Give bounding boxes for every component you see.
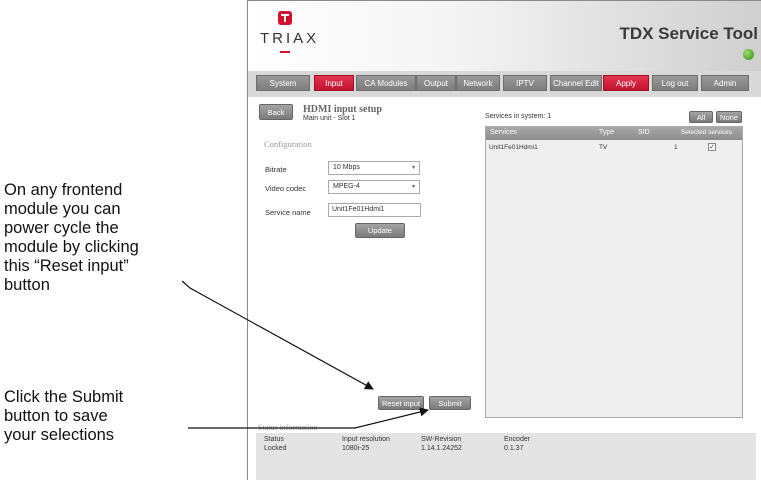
callout-arrows <box>181 280 429 429</box>
reset-callout-arrow <box>181 280 374 390</box>
submit-callout-arrow <box>188 407 429 429</box>
